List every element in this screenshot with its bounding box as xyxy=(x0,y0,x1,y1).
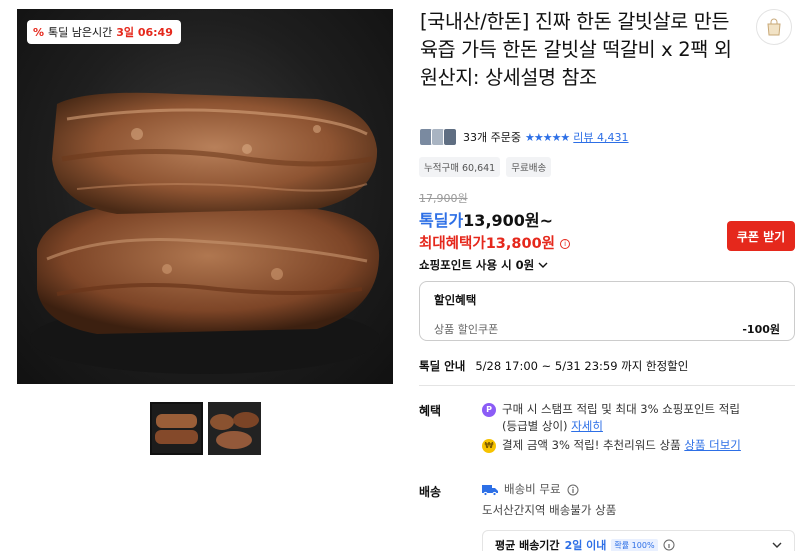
thumbnail-list xyxy=(150,402,261,455)
tteokgalbi-photo xyxy=(30,92,380,374)
benefit-reward: ₩ 결제 금액 3% 적립! 추천리워드 상품 상품 더보기 xyxy=(482,437,741,454)
main-product-image[interactable] xyxy=(17,9,393,384)
details-link[interactable]: 자세히 xyxy=(571,419,603,433)
review-summary: 33개 주문중 ★★★★★ 리뷰 4,431 xyxy=(419,128,629,146)
get-coupon-button[interactable]: 쿠폰 받기 xyxy=(727,221,795,251)
max-benefit-price: 최대혜택가13,800원 i xyxy=(419,232,571,253)
max-benefit-label: 최대혜택가 xyxy=(419,236,486,252)
shipping-fee-text: 배송비 무료 xyxy=(504,482,561,496)
deal-info: 톡딜 안내 5/28 17:00 ~ 5/31 23:59 까지 한정할인 xyxy=(419,358,688,374)
order-count: 33개 주문중 xyxy=(463,131,521,144)
point-usage-label: 쇼핑포인트 사용 시 0원 xyxy=(419,258,535,272)
star-rating-icon: ★★★★★ xyxy=(524,130,570,144)
deal-timer-badge: % 톡딜 남은시간 3일 06:49 xyxy=(27,20,181,44)
info-icon[interactable] xyxy=(663,539,675,551)
thumbnail-2[interactable] xyxy=(208,402,261,455)
review-link[interactable]: 리뷰 4,431 xyxy=(573,129,628,145)
chip-purchase-count: 누적구매 60,641 xyxy=(419,157,501,177)
thumbnail-1[interactable] xyxy=(150,402,203,455)
product-detail-page: % 톡딜 남은시간 3일 06:49 [국내산/한돈] 진짜 한돈 갈빗살로 만… xyxy=(0,0,800,551)
divider xyxy=(419,385,795,386)
deal-price: 톡딜가13,900원~ xyxy=(419,207,553,231)
deal-price-label: 톡딜가 xyxy=(419,211,464,230)
deal-info-value: 5/28 17:00 ~ 5/31 23:59 까지 한정할인 xyxy=(475,359,689,373)
avatar xyxy=(443,128,457,146)
benefit-stamp: P 구매 시 스탬프 적립 및 최대 3% 쇼핑포인트 적립 (등급별 상이) … xyxy=(482,401,740,435)
discount-item-value: -100원 xyxy=(742,323,780,336)
shipping-period-value: 2일 이내 xyxy=(564,539,607,551)
benefits-label: 혜택 xyxy=(419,404,442,418)
chip-free-shipping: 무료배송 xyxy=(506,157,552,177)
discount-item-label: 상품 할인쿠폰 xyxy=(434,323,499,336)
shipping-label: 배송 xyxy=(419,485,442,499)
info-icon[interactable] xyxy=(567,484,579,496)
benefit-reward-text: 결제 금액 3% 적립! 추천리워드 상품 xyxy=(502,438,681,452)
reward-coin-icon: ₩ xyxy=(482,439,496,453)
shipping-fee: 배송비 무료 xyxy=(482,481,579,498)
shipping-period-label: 평균 배송기간 xyxy=(495,539,560,551)
product-chips: 누적구매 60,641 무료배송 xyxy=(419,157,552,177)
product-title: [국내산/한돈] 진짜 한돈 갈빗살로 만든 육즙 가득 한돈 갈빗살 떡갈비 … xyxy=(420,10,732,89)
percent-icon: % xyxy=(33,25,45,39)
bag-icon xyxy=(767,18,781,36)
point-icon: P xyxy=(482,403,496,417)
info-icon[interactable]: i xyxy=(560,239,571,249)
deal-info-label: 톡딜 안내 xyxy=(419,359,466,373)
point-usage-toggle[interactable]: 쇼핑포인트 사용 시 0원 xyxy=(419,257,548,273)
thumbnail-1-image xyxy=(152,404,201,453)
truck-icon xyxy=(482,485,498,496)
chevron-down-icon xyxy=(538,262,548,268)
shipping-restriction: 도서산간지역 배송불가 상품 xyxy=(482,503,617,517)
chevron-down-icon xyxy=(772,542,782,548)
discount-item: 상품 할인쿠폰 -100원 xyxy=(434,321,780,337)
shipping-period-box[interactable]: 평균 배송기간 2일 이내 확률 100% xyxy=(482,530,795,551)
benefit-stamp-sub: (등급별 상이) xyxy=(502,419,568,433)
buyer-avatars xyxy=(419,128,459,146)
shipping-probability-tag: 확률 100% xyxy=(611,538,658,551)
share-button[interactable] xyxy=(756,9,792,45)
original-price: 17,900원 xyxy=(419,192,468,205)
deal-price-value: 13,900원~ xyxy=(463,211,554,230)
more-products-link[interactable]: 상품 더보기 xyxy=(684,438,741,452)
discount-box: 할인혜택 상품 할인쿠폰 -100원 xyxy=(419,281,795,341)
deal-timer-label: 톡딜 남은시간 xyxy=(48,26,113,39)
deal-timer-remaining: 3일 06:49 xyxy=(116,26,173,39)
max-benefit-value: 13,800원 xyxy=(485,236,555,252)
discount-heading: 할인혜택 xyxy=(434,293,477,307)
benefit-stamp-text: 구매 시 스탬프 적립 및 최대 3% 쇼핑포인트 적립 xyxy=(502,402,740,416)
thumbnail-2-image xyxy=(208,402,261,455)
